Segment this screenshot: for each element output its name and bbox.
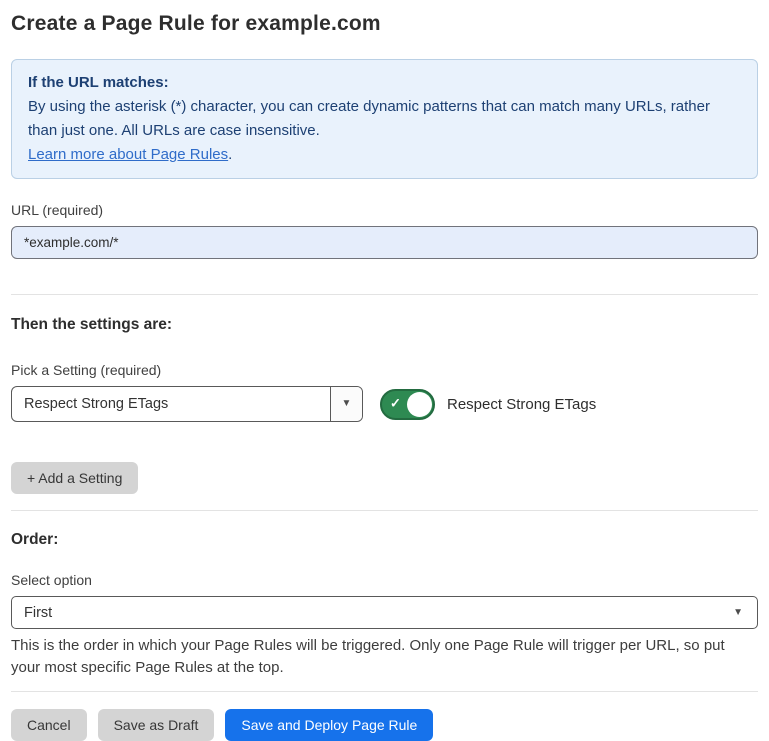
footer-actions: Cancel Save as Draft Save and Deploy Pag…	[11, 709, 758, 741]
setting-toggle[interactable]: ✓	[380, 389, 435, 420]
learn-more-link[interactable]: Learn more about Page Rules	[28, 146, 228, 163]
link-suffix: .	[228, 146, 232, 163]
page-title: Create a Page Rule for example.com	[11, 12, 758, 36]
save-and-deploy-button[interactable]: Save and Deploy Page Rule	[225, 709, 433, 741]
info-box-link-line: Learn more about Page Rules.	[28, 143, 741, 167]
order-help-text: This is the order in which your Page Rul…	[11, 635, 758, 679]
divider	[11, 510, 758, 511]
info-box-body: By using the asterisk (*) character, you…	[28, 95, 741, 143]
setting-row: Respect Strong ETags ▼ ✓ Respect Strong …	[11, 386, 758, 422]
divider	[11, 691, 758, 692]
info-box-heading: If the URL matches:	[28, 71, 741, 95]
check-icon: ✓	[390, 396, 401, 412]
order-select-label: Select option	[11, 572, 758, 588]
divider	[11, 294, 758, 295]
settings-section-heading: Then the settings are:	[11, 316, 758, 334]
order-select-value: First	[24, 605, 733, 621]
url-match-info-box: If the URL matches: By using the asteris…	[11, 59, 758, 179]
add-setting-button[interactable]: + Add a Setting	[11, 462, 138, 494]
url-input[interactable]	[11, 226, 758, 259]
setting-toggle-wrap: ✓ Respect Strong ETags	[380, 389, 596, 420]
order-select[interactable]: First ▼	[11, 596, 758, 629]
save-as-draft-button[interactable]: Save as Draft	[98, 709, 215, 741]
setting-select-value: Respect Strong ETags	[12, 387, 330, 421]
cancel-button[interactable]: Cancel	[11, 709, 87, 741]
order-section-heading: Order:	[11, 531, 758, 549]
setting-select[interactable]: Respect Strong ETags ▼	[11, 386, 363, 422]
url-field-label: URL (required)	[11, 202, 758, 218]
setting-toggle-label: Respect Strong ETags	[447, 396, 596, 413]
chevron-down-icon: ▼	[342, 399, 352, 409]
pick-setting-label: Pick a Setting (required)	[11, 362, 758, 378]
toggle-knob	[407, 392, 432, 417]
chevron-down-icon: ▼	[733, 608, 743, 618]
setting-select-caret-box[interactable]: ▼	[330, 387, 362, 421]
